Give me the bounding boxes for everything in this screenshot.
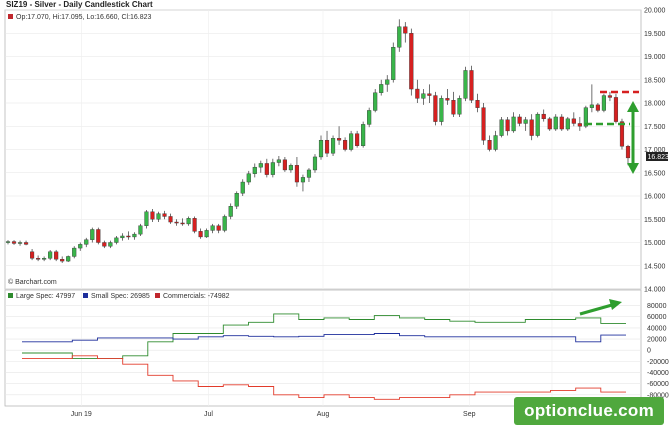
candle (433, 91, 438, 126)
candle (601, 93, 606, 113)
x-tick: Aug (317, 411, 330, 418)
candle (409, 28, 414, 96)
candle (144, 209, 149, 229)
candle (222, 214, 227, 233)
cot-y-tick: -60000 (647, 381, 669, 388)
legend-small-spec: Small Spec: 26985 (91, 293, 150, 300)
cot-y-tick: 0 (647, 348, 651, 355)
ohlc-label: Op:17.070, Hi:17.095, Lo:16.660, Cl:16.8… (16, 14, 152, 21)
price-y-tick: 19.500 (644, 31, 666, 38)
price-y-tick: 14.500 (644, 263, 666, 270)
candle (391, 42, 396, 83)
price-y-tick: 17.500 (644, 124, 666, 131)
price-y-tick: 19.000 (644, 54, 666, 61)
legend-commercials: Commercials: -74982 (163, 293, 230, 300)
legend-small-spec-swatch (83, 293, 88, 298)
price-y-tick: 16.500 (644, 170, 666, 177)
candle (54, 249, 59, 262)
price-y-tick: 20.000 (644, 8, 666, 15)
candle (349, 130, 354, 152)
candle (613, 93, 619, 124)
candle (463, 66, 468, 102)
price-y-tick: 16.000 (644, 194, 666, 201)
candle (481, 103, 486, 145)
cot-y-tick: -40000 (647, 370, 669, 377)
watermark: optionclue.com (514, 397, 664, 425)
candle (312, 154, 318, 173)
candle (499, 116, 504, 138)
candle (457, 95, 462, 117)
candle (96, 227, 101, 245)
price-y-tick: 15.500 (644, 217, 666, 224)
candle (565, 116, 570, 131)
candle (192, 216, 197, 234)
candle (469, 65, 474, 103)
candle (361, 121, 366, 148)
x-tick: Sep (463, 411, 476, 418)
x-tick: Jun 19 (71, 411, 92, 418)
candle (66, 255, 71, 263)
ohlc-marker (8, 14, 13, 19)
chart-title: SIZ19 - Silver - Daily Candlestick Chart (6, 0, 153, 9)
legend-commercials-swatch (155, 293, 160, 298)
candle (439, 95, 444, 126)
candle (234, 191, 239, 210)
price-y-tick: 14.000 (644, 287, 666, 294)
cot-y-tick: 20000 (647, 337, 667, 344)
legend-large-spec-swatch (8, 293, 13, 298)
price-y-tick: 18.500 (644, 77, 666, 84)
price-y-tick: 18.000 (644, 101, 666, 108)
candle (547, 116, 552, 131)
last-price-label: 16.823 (648, 154, 670, 161)
cot-y-tick: 40000 (647, 325, 667, 332)
candle (367, 107, 372, 128)
candle (138, 223, 143, 236)
candle (72, 246, 77, 259)
chart-canvas: 20.00019.50019.00018.50018.00017.50017.0… (0, 0, 670, 431)
legend-large-spec: Large Spec: 47997 (16, 293, 75, 300)
cot-y-tick: 80000 (647, 303, 667, 310)
price-y-tick: 15.000 (644, 240, 666, 247)
credit-label: © Barchart.com (8, 278, 57, 286)
candle (535, 112, 540, 138)
x-tick: Jul (204, 411, 213, 418)
cot-y-tick: 60000 (647, 314, 667, 321)
cot-y-tick: -20000 (647, 359, 669, 366)
candle (330, 135, 336, 157)
